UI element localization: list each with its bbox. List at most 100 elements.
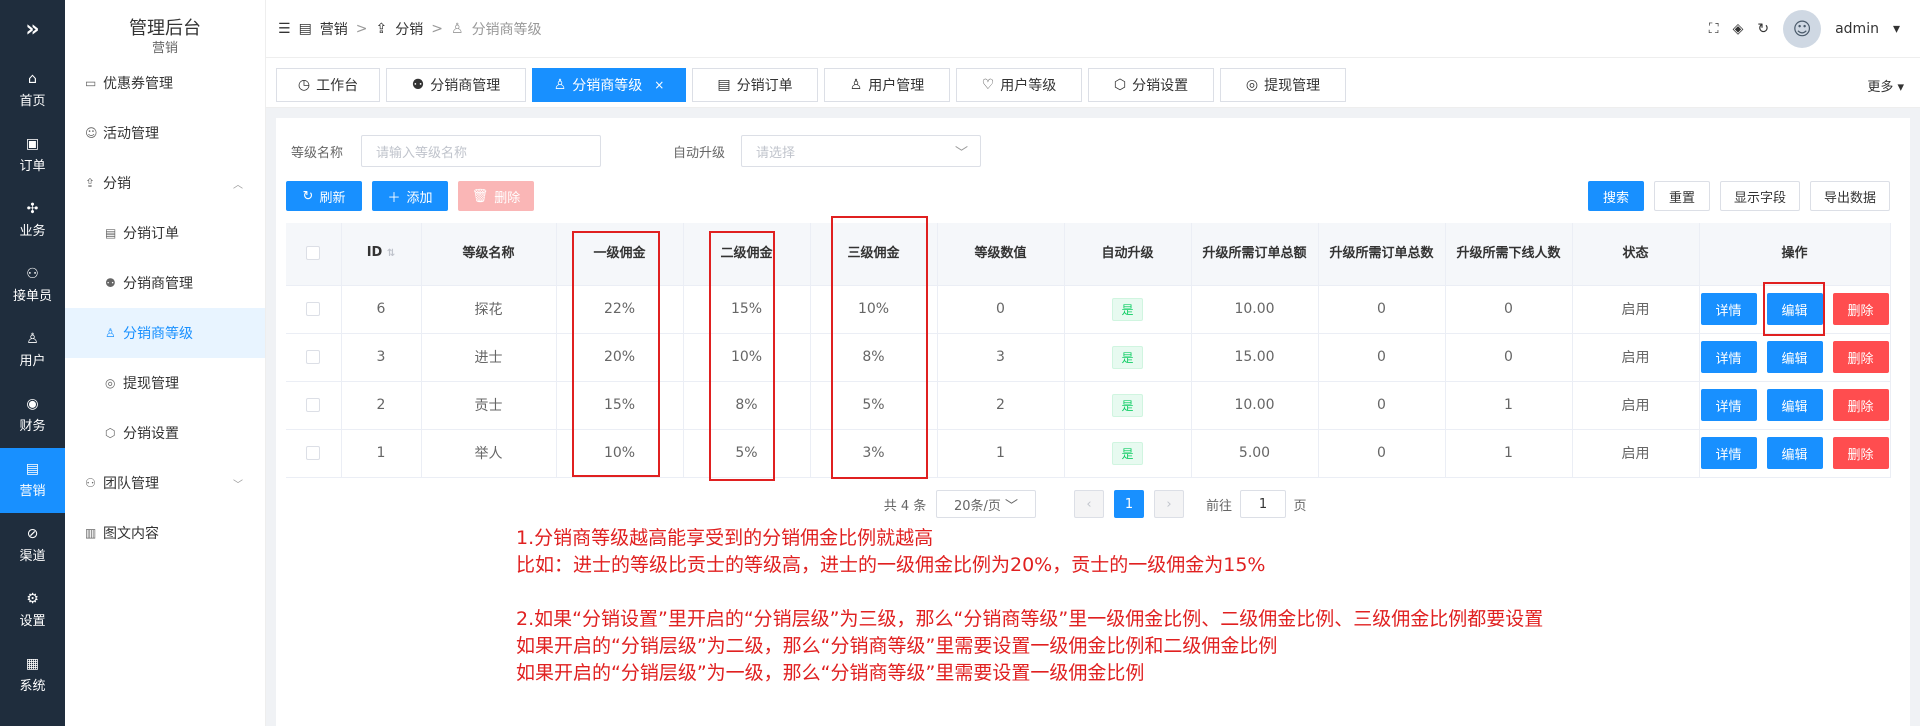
sidebar-item-distributors[interactable]: ⚉ 分销商管理 <box>65 258 265 308</box>
rail-item-home[interactable]: ⌂ 首页 <box>0 58 65 123</box>
edit-button[interactable]: 编辑 <box>1766 341 1823 373</box>
tab-user-levels[interactable]: ♡ 用户等级 <box>956 68 1082 102</box>
refresh-button[interactable]: ↻ 刷新 <box>286 181 362 211</box>
sidebar-item-distribution-settings[interactable]: ⬡ 分销设置 <box>65 408 265 458</box>
column-header: 三级佣金 <box>810 223 938 286</box>
filter-name-label: 等级名称 <box>291 146 344 161</box>
rail-item-marketing[interactable]: ▤ 营销 <box>0 448 65 513</box>
rail-item-channel[interactable]: ⊘ 渠道 <box>0 513 65 578</box>
breadcrumb-marketing[interactable]: 营销 <box>320 19 348 39</box>
document-icon: ▤ <box>717 77 731 93</box>
tab-user-management[interactable]: ♙ 用户管理 <box>824 68 950 102</box>
row-checkbox[interactable] <box>286 333 342 382</box>
breadcrumb: ☰ ▤ 营销 > ⇪ 分销 > ♙ 分销商等级 <box>266 19 542 39</box>
edit-button[interactable]: 编辑 <box>1766 437 1823 469</box>
detail-button[interactable]: 详情 <box>1700 341 1757 373</box>
export-button[interactable]: 导出数据 <box>1810 181 1890 211</box>
collapse-menu-icon[interactable]: ☰ <box>278 21 291 37</box>
user-name[interactable]: admin <box>1835 21 1879 37</box>
rail-item-courier[interactable]: ⚇ 接单员 <box>0 253 65 318</box>
sidebar-item-withdraw[interactable]: ◎ 提现管理 <box>65 358 265 408</box>
column-header[interactable]: ID ⇅ <box>341 223 422 286</box>
cell-auto-upgrade: 是 <box>1064 381 1192 430</box>
select-all-checkbox[interactable] <box>286 223 342 286</box>
sort-icon[interactable]: ⇅ <box>387 248 395 259</box>
row-delete-button[interactable]: 删除 <box>1832 389 1889 421</box>
cell-commission-1: 15% <box>556 381 684 430</box>
detail-button[interactable]: 详情 <box>1700 389 1757 421</box>
user-level-icon: ♙ <box>105 326 116 340</box>
sidebar-item-distribution-orders[interactable]: ▤ 分销订单 <box>65 208 265 258</box>
goto-page-input[interactable]: 1 <box>1240 490 1286 518</box>
header-actions: ⛶ ◈ ↻ ☺ admin ▾ <box>1709 0 1900 58</box>
rail-item-business[interactable]: ✣ 业务 <box>0 188 65 253</box>
coin-icon: ◎ <box>105 376 116 390</box>
sidebar-item-content[interactable]: ▥ 图文内容 <box>65 508 265 558</box>
tab-dashboard[interactable]: ◷ 工作台 <box>276 68 380 102</box>
sidebar-item-team[interactable]: ⚇ 团队管理 ﹀ <box>65 458 265 508</box>
cell-actions: 详情 编辑 删除 <box>1699 381 1891 430</box>
ticket-icon: ▭ <box>85 76 97 90</box>
reset-button[interactable]: 重置 <box>1654 181 1710 211</box>
tab-distributor-levels[interactable]: ♙ 分销商等级 × <box>532 68 686 102</box>
tab-withdraw[interactable]: ◎ 提现管理 <box>1220 68 1346 102</box>
cell-downline: 1 <box>1445 381 1573 430</box>
gear-icon: ⚙ <box>26 591 39 607</box>
fullscreen-icon[interactable]: ⛶ <box>1709 21 1719 37</box>
row-checkbox[interactable] <box>286 429 342 478</box>
row-delete-button[interactable]: 删除 <box>1832 437 1889 469</box>
tabs-more[interactable]: 更多 ▾ <box>1867 76 1904 95</box>
system-icon: ▦ <box>25 656 40 672</box>
cell-order-amount: 10.00 <box>1191 381 1319 430</box>
chevron-down-icon: ▾ <box>1897 80 1904 95</box>
status-badge: 是 <box>1112 441 1143 465</box>
breadcrumb-distribution[interactable]: 分销 <box>395 19 423 39</box>
rail-item-order[interactable]: ▣ 订单 <box>0 123 65 188</box>
level-name-input[interactable]: 请输入等级名称 <box>361 135 601 167</box>
column-header: 一级佣金 <box>556 223 684 286</box>
search-button[interactable]: 搜索 <box>1588 181 1644 211</box>
refresh-icon: ↻ <box>302 188 314 204</box>
page-1-button[interactable]: 1 <box>1114 490 1144 518</box>
row-delete-button[interactable]: 删除 <box>1832 293 1889 325</box>
row-delete-button[interactable]: 删除 <box>1832 341 1889 373</box>
column-header: 自动升级 <box>1064 223 1192 286</box>
chevron-down-icon[interactable]: ▾ <box>1893 21 1900 37</box>
filter-auto-label: 自动升级 <box>673 146 726 161</box>
row-checkbox[interactable] <box>286 381 342 430</box>
page-unit-label: 页 <box>1293 498 1307 514</box>
page-size-select[interactable]: 20条/页 ﹀ <box>936 490 1036 518</box>
rail-item-settings[interactable]: ⚙ 设置 <box>0 578 65 643</box>
show-fields-button[interactable]: 显示字段 <box>1720 181 1800 211</box>
sidebar-item-distribution[interactable]: ⇪ 分销 ︿ <box>65 158 265 208</box>
row-checkbox[interactable] <box>286 285 342 334</box>
auto-upgrade-select[interactable]: 请选择 ﹀ <box>741 135 981 167</box>
add-button[interactable]: ＋添加 <box>372 181 448 211</box>
sidebar-item-distributor-levels[interactable]: ♙ 分销商等级 <box>65 308 265 358</box>
tab-distributors[interactable]: ⚉ 分销商管理 <box>386 68 526 102</box>
sidebar-title: 管理后台 <box>129 18 201 39</box>
avatar[interactable]: ☺ <box>1783 10 1822 48</box>
rail-item-system[interactable]: ▦ 系统 <box>0 643 65 708</box>
sidebar-item-coupon[interactable]: ▭ 优惠券管理 <box>65 58 265 108</box>
next-page-button[interactable]: › <box>1154 490 1184 518</box>
close-icon[interactable]: × <box>654 78 664 92</box>
rail-item-finance[interactable]: ◉ 财务 <box>0 383 65 448</box>
delete-button[interactable]: 🗑 删除 <box>458 181 534 211</box>
theme-icon[interactable]: ◈ <box>1733 21 1744 37</box>
edit-button[interactable]: 编辑 <box>1766 293 1823 325</box>
detail-button[interactable]: 详情 <box>1700 293 1757 325</box>
cell-commission-3: 3% <box>810 429 938 478</box>
tab-distribution-settings[interactable]: ⬡ 分销设置 <box>1088 68 1214 102</box>
rail-item-user[interactable]: ♙ 用户 <box>0 318 65 383</box>
cell-id: 1 <box>341 429 422 478</box>
cell-downline: 0 <box>1445 285 1573 334</box>
sidebar-item-activity[interactable]: ☺ 活动管理 <box>65 108 265 158</box>
refresh-icon[interactable]: ↻ <box>1757 21 1769 37</box>
edit-button[interactable]: 编辑 <box>1766 389 1823 421</box>
cell-name: 进士 <box>421 333 557 382</box>
tab-distribution-orders[interactable]: ▤ 分销订单 <box>692 68 818 102</box>
cell-order-count: 0 <box>1318 285 1446 334</box>
detail-button[interactable]: 详情 <box>1700 437 1757 469</box>
prev-page-button[interactable]: ‹ <box>1074 490 1104 518</box>
